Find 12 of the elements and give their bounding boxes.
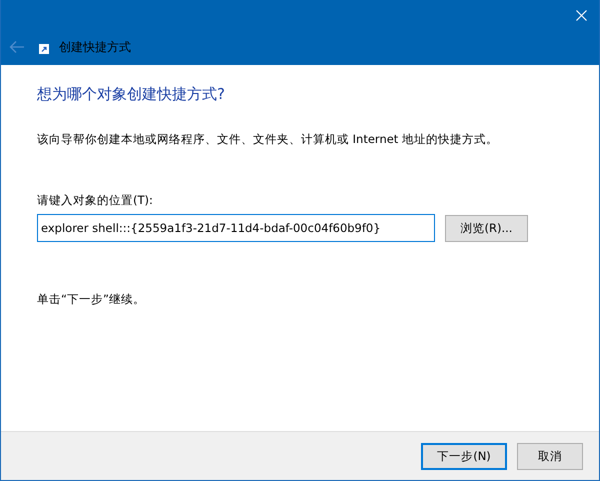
back-arrow-icon xyxy=(9,40,25,54)
window-title: 创建快捷方式 xyxy=(59,38,131,56)
shortcut-icon xyxy=(39,44,49,54)
hint-text: 单击“下一步”继续。 xyxy=(37,292,146,307)
cancel-button[interactable]: 取消 xyxy=(517,442,583,470)
location-field[interactable]: explorer shell:::{2559a1f3-21d7-11d4-bdaf-00c04f60b9f0} xyxy=(37,214,435,242)
location-label: 请键入对象的位置(T): xyxy=(37,193,154,208)
description-text: 该向导帮你创建本地或网络程序、文件、文件夹、计算机或 Internet 地址的快捷方式。 xyxy=(37,132,499,147)
close-icon xyxy=(576,10,586,20)
browse-button[interactable]: 浏览(R)... xyxy=(445,214,528,242)
wizard-heading: 想为哪个对象创建快捷方式? xyxy=(37,85,226,104)
next-button[interactable]: 下一步(N) xyxy=(421,442,507,470)
